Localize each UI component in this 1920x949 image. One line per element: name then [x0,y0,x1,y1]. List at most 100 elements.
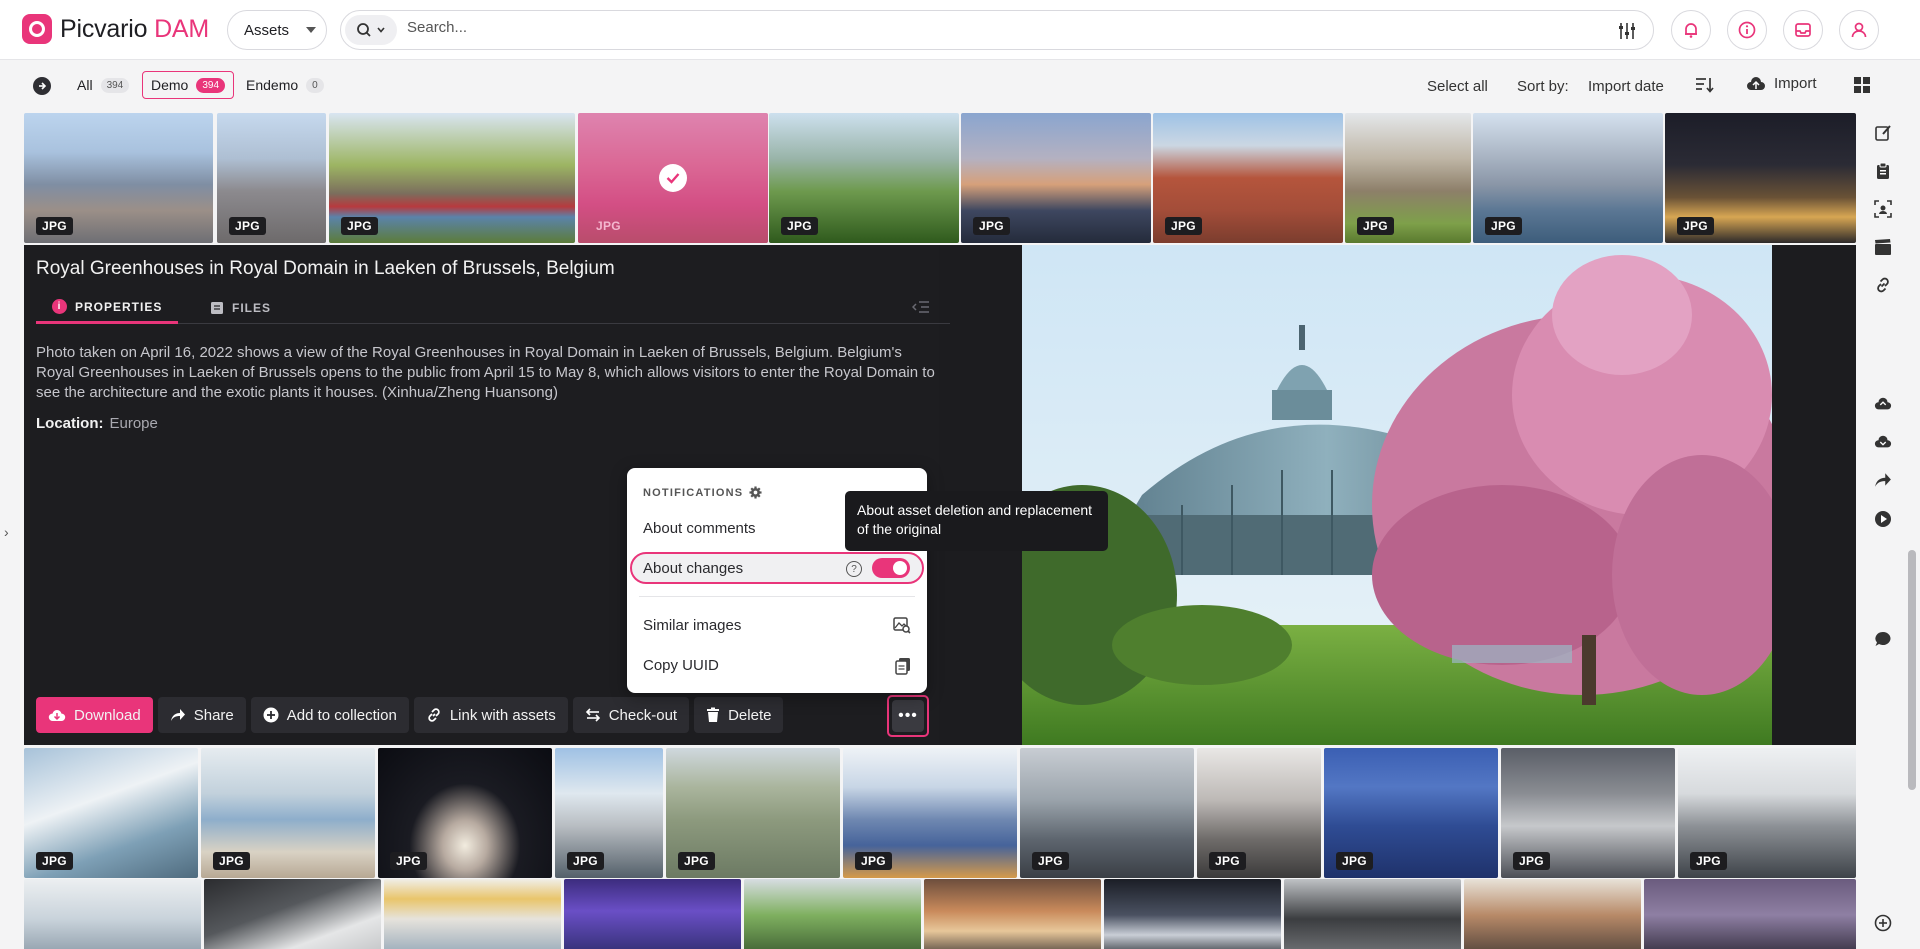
link-icon [428,708,440,722]
grid-view-icon[interactable] [1853,76,1871,94]
filter-bar: All 394 Demo 394 Endemo 0 Select all Sor… [0,60,1870,110]
question-icon[interactable]: ? [846,561,862,577]
edit-note-icon[interactable] [1874,124,1892,142]
sort-value[interactable]: Import date [1588,78,1664,95]
asset-thumbnail[interactable] [1464,879,1641,949]
clapperboard-icon[interactable] [1874,238,1892,256]
asset-thumbnail-selected[interactable]: JPG [578,113,768,243]
asset-thumbnail[interactable]: JPG [378,748,552,878]
cloud-upload-icon[interactable] [1874,396,1892,412]
asset-thumbnail[interactable]: JPG [666,748,840,878]
user-icon [1851,22,1867,38]
menu-item-copy-uuid[interactable]: Copy UUID [643,657,719,674]
asset-thumbnail[interactable]: JPG [961,113,1151,243]
menu-item-about-changes[interactable]: About changes ? [630,552,924,584]
expand-sidebar-icon[interactable]: › [4,524,9,540]
filter-sliders-icon[interactable] [1617,21,1637,41]
delete-button[interactable]: Delete [694,697,784,733]
tab-properties[interactable]: i PROPERTIES [36,292,179,324]
asset-thumbnail[interactable] [744,879,921,949]
menu-item-about-comments[interactable]: About comments [643,520,756,537]
asset-thumbnail[interactable]: JPG [1197,748,1321,878]
app-logo[interactable]: Picvario DAM [22,14,209,44]
checkmark-icon [659,164,687,192]
ellipsis-icon: ••• [892,700,924,732]
inbox-button[interactable] [1783,10,1823,50]
link-icon[interactable] [1874,276,1892,294]
asset-thumbnail[interactable]: JPG [1678,748,1856,878]
check-out-button[interactable]: Check-out [572,697,690,733]
caret-down-icon [306,27,316,33]
file-type-badge: JPG [1032,852,1069,870]
asset-thumbnail[interactable]: JPG [1665,113,1856,243]
asset-thumbnail[interactable] [1284,879,1461,949]
asset-thumbnail[interactable]: JPG [555,748,663,878]
asset-thumbnail[interactable]: JPG [1324,748,1498,878]
asset-thumbnail[interactable] [384,879,561,949]
filter-chip-endemo[interactable]: Endemo 0 [238,71,332,99]
gear-icon[interactable] [749,486,762,499]
add-circle-icon[interactable] [1874,914,1892,932]
page-scrollbar[interactable] [1908,550,1916,790]
asset-thumbnail[interactable]: JPG [201,748,375,878]
asset-thumbnail[interactable] [24,879,201,949]
download-button[interactable]: Download [36,697,153,733]
search-mode-button[interactable] [345,15,397,45]
tab-files[interactable]: FILES [198,292,283,324]
sort-order-icon[interactable] [1694,76,1714,94]
share-button[interactable]: Share [157,697,246,733]
asset-thumbnail[interactable]: JPG [1345,113,1471,243]
play-circle-icon[interactable] [1874,510,1892,528]
cloud-download-icon[interactable] [1874,434,1892,450]
asset-thumbnail[interactable]: JPG [769,113,959,243]
more-actions-button[interactable]: ••• [887,695,929,737]
file-type-badge: JPG [229,217,266,235]
search-input[interactable] [407,19,1507,36]
chip-count: 394 [196,77,226,93]
clipboard-icon[interactable] [1874,162,1892,180]
collapse-filters-button[interactable] [33,77,51,95]
asset-thumbnail[interactable] [924,879,1101,949]
file-type-badge: JPG [36,217,73,235]
asset-thumbnail[interactable]: JPG [1473,113,1663,243]
scope-dropdown[interactable]: Assets [227,10,327,50]
about-changes-toggle[interactable] [872,558,910,578]
asset-thumbnail[interactable]: JPG [217,113,326,243]
share-arrow-icon [170,709,185,721]
import-button[interactable]: Import [1746,75,1817,92]
thumbnail-strip-bottom: JPG JPG JPG JPG JPG JPG JPG JPG JPG JPG … [24,748,1856,878]
asset-preview-image[interactable] [1022,245,1772,745]
button-label: Add to collection [286,706,397,724]
asset-title: Royal Greenhouses in Royal Domain in Lae… [36,258,615,279]
menu-divider [639,596,915,597]
comment-icon[interactable] [1874,630,1892,648]
asset-thumbnail[interactable]: JPG [843,748,1017,878]
filter-chip-all[interactable]: All 394 [69,71,137,99]
asset-thumbnail[interactable]: JPG [1501,748,1675,878]
file-type-badge: JPG [781,217,818,235]
face-scan-icon[interactable] [1874,200,1892,218]
asset-thumbnail[interactable]: JPG [1020,748,1194,878]
file-type-badge: JPG [213,852,250,870]
asset-thumbnail[interactable]: JPG [1153,113,1343,243]
share-arrow-icon[interactable] [1874,472,1892,488]
asset-thumbnail[interactable]: JPG [329,113,575,243]
add-to-collection-button[interactable]: Add to collection [250,697,409,733]
asset-thumbnail[interactable]: JPG [24,113,213,243]
location-value: Europe [109,415,158,432]
menu-item-similar-images[interactable]: Similar images [643,617,741,634]
info-icon: i [52,299,67,314]
filter-chip-demo[interactable]: Demo 394 [142,71,235,99]
chip-count: 0 [306,77,324,93]
profile-button[interactable] [1839,10,1879,50]
notifications-button[interactable] [1671,10,1711,50]
asset-thumbnail[interactable] [564,879,741,949]
asset-thumbnail[interactable] [1644,879,1856,949]
link-with-assets-button[interactable]: Link with assets [413,697,568,733]
select-all-button[interactable]: Select all [1427,78,1488,95]
asset-thumbnail[interactable]: JPG [24,748,198,878]
asset-thumbnail[interactable] [204,879,381,949]
info-button[interactable] [1727,10,1767,50]
collapse-panel-icon[interactable] [912,300,930,314]
asset-thumbnail[interactable] [1104,879,1281,949]
